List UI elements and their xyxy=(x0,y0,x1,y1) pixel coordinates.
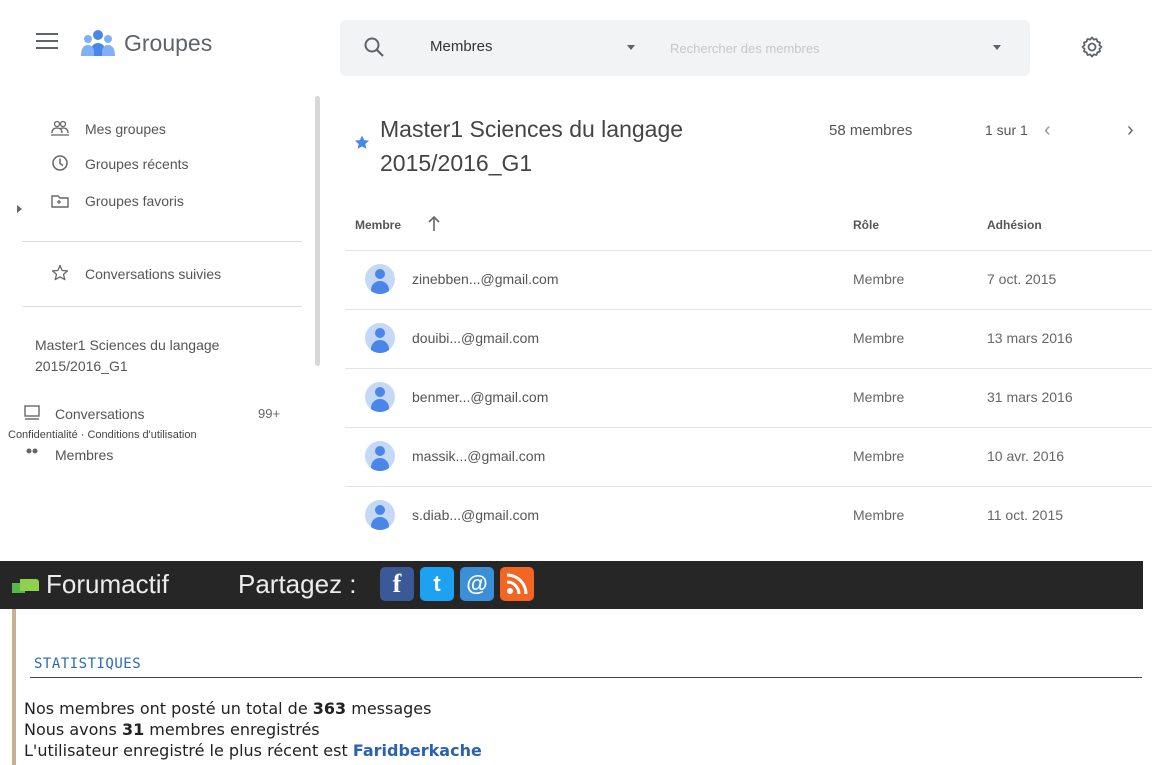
pagination-info: 1 sur 1 xyxy=(985,122,1028,138)
scope-dropdown-icon[interactable] xyxy=(627,45,635,50)
footer-links[interactable]: Confidentialité · Conditions d'utilisati… xyxy=(8,429,197,441)
sidebar-item-favorite-groups[interactable]: Groupes favoris xyxy=(0,192,300,228)
groups-logo-icon xyxy=(81,30,115,56)
stats-members-line: Nous avons 31 membres enregistrés xyxy=(24,720,320,739)
stats-text: messages xyxy=(346,699,432,718)
table-row[interactable]: zinebben...@gmail.com Membre 7 oct. 2015 xyxy=(345,250,1152,309)
stats-newest-user-line: L'utilisateur enregistré le plus récent … xyxy=(24,741,482,760)
member-join-date: 10 avr. 2016 xyxy=(987,448,1065,464)
member-join-date: 11 oct. 2015 xyxy=(987,507,1064,523)
forumactif-panel: Forumactif Partagez : f t @ STATISTIQUES… xyxy=(0,548,1152,765)
newest-user-link[interactable]: Faridberkache xyxy=(353,741,482,760)
messages-total: 363 xyxy=(312,699,347,718)
sidebar-item-label: Conversations xyxy=(55,406,145,422)
next-page-icon[interactable]: › xyxy=(1127,118,1147,142)
expand-caret-icon[interactable] xyxy=(17,205,22,213)
table-row[interactable]: benmer...@gmail.com Membre 31 mars 2016 xyxy=(345,368,1152,427)
member-role: Membre xyxy=(853,389,905,405)
stats-title: STATISTIQUES xyxy=(34,656,142,672)
forumactif-logo-icon xyxy=(12,579,39,593)
column-header-role[interactable]: Rôle xyxy=(853,218,879,232)
members-panel: Master1 Sciences du langage 2015/2016_G1… xyxy=(345,100,1152,548)
member-email: massik...@gmail.com xyxy=(412,448,546,464)
sidebar-item-my-groups[interactable]: Mes groupes xyxy=(0,112,300,148)
stats-text: membres enregistrés xyxy=(144,720,320,739)
sidebar-divider xyxy=(22,306,302,307)
stats-divider xyxy=(30,677,1142,678)
sidebar-item-label: Groupes récents xyxy=(85,156,189,172)
members-total: 31 xyxy=(121,720,145,739)
avatar-icon xyxy=(365,264,395,294)
sidebar-item-label: Mes groupes xyxy=(85,121,166,137)
search-scope-select[interactable]: Membres xyxy=(430,38,493,55)
rss-icon[interactable] xyxy=(500,567,534,601)
member-count: 58 membres xyxy=(829,122,913,139)
sidebar-scrollbar[interactable] xyxy=(315,96,320,366)
star-outline-icon xyxy=(51,264,69,281)
facebook-icon[interactable]: f xyxy=(380,567,414,601)
avatar-icon xyxy=(365,323,395,353)
avatar-icon xyxy=(365,441,395,471)
members-icon xyxy=(26,448,38,454)
table-row[interactable]: massik...@gmail.com Membre 10 avr. 2016 xyxy=(345,427,1152,486)
member-email: s.diab...@gmail.com xyxy=(412,507,540,523)
search-bar: Membres xyxy=(340,20,1030,76)
google-groups-window: Groupes Membres Mes group xyxy=(0,0,1152,548)
sidebar-item-label: Groupes favoris xyxy=(85,193,184,209)
sidebar-item-members[interactable]: Membres xyxy=(0,438,300,474)
sidebar-item-recent-groups[interactable]: Groupes récents xyxy=(0,147,300,183)
stats-text: L'utilisateur enregistré le plus récent … xyxy=(24,741,353,760)
member-join-date: 7 oct. 2015 xyxy=(987,271,1057,287)
member-email: benmer...@gmail.com xyxy=(412,389,549,405)
app-title: Groupes xyxy=(124,30,213,56)
group-title: Master1 Sciences du langage 2015/2016_G1 xyxy=(380,116,684,176)
sidebar-item-label: Conversations suivies xyxy=(85,266,222,282)
member-role: Membre xyxy=(853,330,905,346)
sidebar-group-name[interactable]: Master1 Sciences du langage 2015/2016_G1 xyxy=(35,335,295,377)
folder-star-icon xyxy=(51,195,69,208)
conversations-icon xyxy=(24,405,40,420)
stats-text: Nos membres ont posté un total de xyxy=(24,699,313,718)
sidebar-divider xyxy=(22,241,302,242)
favorite-star-icon[interactable] xyxy=(353,134,371,152)
menu-icon[interactable] xyxy=(36,33,58,55)
conversations-count: 99+ xyxy=(258,406,281,421)
forum-header-bar: Forumactif Partagez : f t @ xyxy=(0,561,1143,609)
sidebar: Mes groupes Groupes récents Groupes favo… xyxy=(0,100,310,548)
avatar-icon xyxy=(365,382,395,412)
search-options-dropdown-icon[interactable] xyxy=(993,45,1001,50)
share-label: Partagez : xyxy=(238,569,357,599)
stats-text: Nous avons xyxy=(24,720,122,739)
avatar-icon xyxy=(365,500,395,530)
sidebar-item-conversations[interactable]: Conversations 99+ xyxy=(0,397,300,433)
member-role: Membre xyxy=(853,448,905,464)
member-email: douibi...@gmail.com xyxy=(412,330,540,346)
search-input[interactable] xyxy=(670,37,970,59)
sidebar-item-followed-conversations[interactable]: Conversations suivies xyxy=(0,257,300,293)
twitter-icon[interactable]: t xyxy=(420,567,454,601)
top-bar: Groupes Membres xyxy=(0,0,1152,90)
settings-gear-icon[interactable] xyxy=(1080,35,1104,59)
column-header-member[interactable]: Membre xyxy=(355,218,401,232)
search-icon[interactable] xyxy=(362,35,388,61)
table-row[interactable]: douibi...@gmail.com Membre 13 mars 2016 xyxy=(345,309,1152,368)
table-row[interactable]: s.diab...@gmail.com Membre 11 oct. 2015 xyxy=(345,486,1152,545)
member-role: Membre xyxy=(853,507,905,523)
forum-brand[interactable]: Forumactif xyxy=(46,569,169,600)
member-join-date: 13 mars 2016 xyxy=(987,330,1073,346)
forum-left-border xyxy=(12,609,16,765)
email-icon[interactable]: @ xyxy=(460,567,494,601)
member-email: zinebben...@gmail.com xyxy=(412,271,559,287)
previous-page-icon[interactable]: ‹ xyxy=(1044,118,1064,142)
column-header-joined[interactable]: Adhésion xyxy=(987,218,1042,232)
clock-icon xyxy=(52,155,68,171)
stats-messages-line: Nos membres ont posté un total de 363 me… xyxy=(24,699,431,718)
member-role: Membre xyxy=(853,271,905,287)
member-join-date: 31 mars 2016 xyxy=(987,389,1073,405)
sidebar-item-label: Membres xyxy=(55,447,114,463)
sort-ascending-icon[interactable] xyxy=(426,215,442,233)
groups-icon xyxy=(51,120,69,136)
